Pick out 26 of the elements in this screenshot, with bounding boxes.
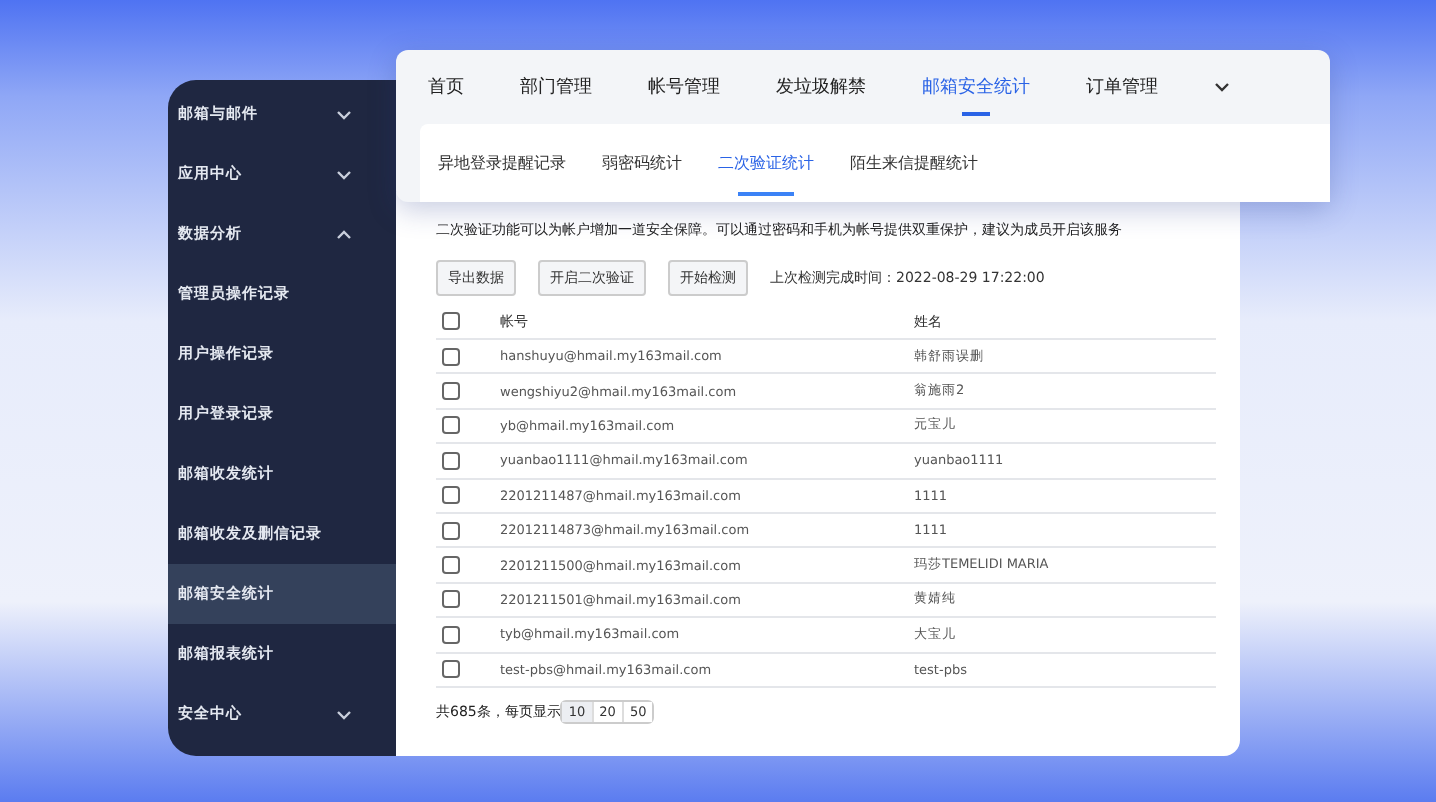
nav-tab[interactable]: 发垃圾解禁 — [776, 50, 866, 124]
row-checkbox[interactable] — [442, 347, 460, 366]
row-checkbox[interactable] — [442, 625, 460, 644]
select-all-checkbox[interactable] — [442, 312, 460, 330]
row-checkbox[interactable] — [442, 451, 460, 470]
nav-tab[interactable]: 邮箱安全统计 — [922, 50, 1030, 124]
row-checkbox[interactable] — [442, 590, 460, 609]
row-checkbox[interactable] — [442, 486, 460, 505]
row-checkbox[interactable] — [442, 556, 460, 575]
nav-tab[interactable]: 帐号管理 — [648, 50, 720, 124]
chevron-down-icon[interactable] — [1214, 82, 1230, 92]
nav-tab[interactable]: 首页 — [428, 50, 464, 124]
chevron-down-icon — [336, 169, 352, 179]
chevron-down-icon — [336, 109, 352, 119]
sub-tab[interactable]: 二次验证统计 — [718, 131, 814, 195]
sub-tab[interactable]: 异地登录提醒记录 — [438, 131, 566, 195]
row-checkbox[interactable] — [442, 521, 460, 540]
sub-tab[interactable]: 弱密码统计 — [602, 131, 682, 195]
row-checkbox[interactable] — [442, 382, 460, 401]
chevron-down-icon — [336, 709, 352, 719]
nav-tab[interactable]: 部门管理 — [520, 50, 592, 124]
nav-tab[interactable]: 订单管理 — [1086, 50, 1158, 124]
chevron-up-icon — [336, 229, 352, 239]
row-checkbox[interactable] — [442, 660, 460, 679]
sub-tab[interactable]: 陌生来信提醒统计 — [850, 131, 978, 195]
row-checkbox[interactable] — [442, 416, 460, 435]
